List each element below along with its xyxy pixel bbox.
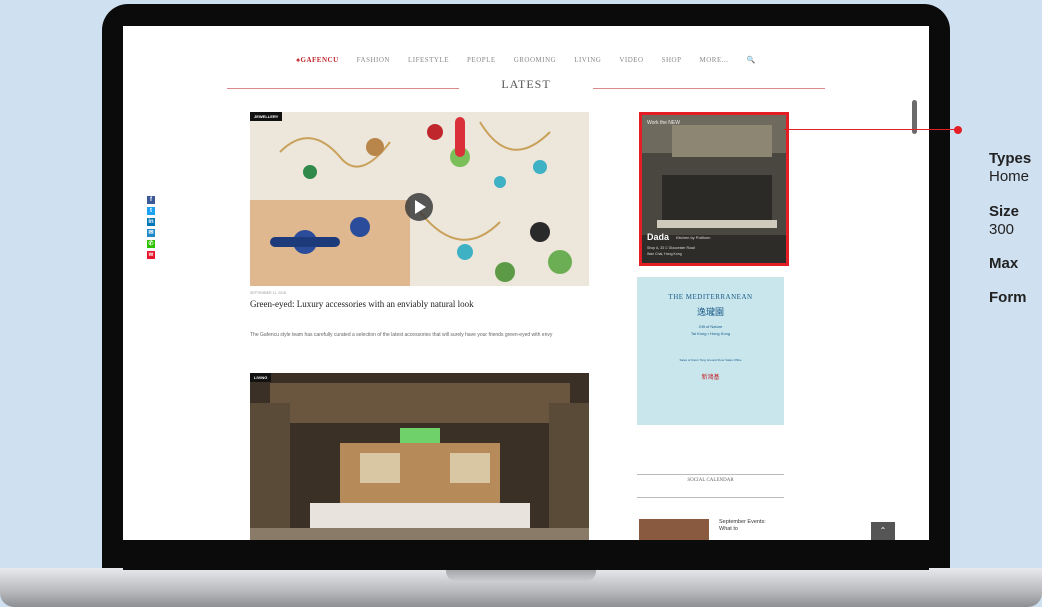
callout-type-value: Home [989,168,1030,185]
ad-brand: Dada [647,232,670,242]
nav-item-people[interactable]: PEOPLE [467,56,496,64]
ad2-sub1: Gift of Nature [698,324,723,329]
website-screen: ♠GAFENCU FASHION LIFESTYLE PEOPLE GROOMI… [123,26,929,540]
site-logo-text: GAFENCU [300,56,339,64]
article-title[interactable]: Green-eyed: Luxury accessories with an e… [250,299,595,310]
callout-format: Form [989,289,1027,306]
ad-mediterranean[interactable]: THE MEDITERRANEAN 逸瓏園 Gift of Nature Tai… [637,277,784,425]
site-nav: ♠GAFENCU FASHION LIFESTYLE PEOPLE GROOMI… [123,53,929,67]
ad2-sub2: Tai Kong • Hong Kong [690,331,731,336]
ad2-body: Sales of Kwun Tong Ground Floor Sales Of… [679,358,742,362]
nav-item-fashion[interactable]: FASHION [357,56,390,64]
nav-item-more[interactable]: MORE... [700,56,729,64]
site-logo[interactable]: ♠GAFENCU [296,56,338,64]
callout-size-value: 300 [989,221,1015,238]
callout-type: Types [989,150,1032,167]
facebook-icon[interactable]: f [147,196,155,204]
email-icon[interactable]: ✉ [147,229,155,237]
social-item-title[interactable]: September Events: What to [719,519,769,533]
search-icon[interactable]: 🔍 [746,56,755,64]
kitchen-illustration [250,373,589,540]
weibo-icon[interactable]: w [147,251,155,259]
nav-item-grooming[interactable]: GROOMING [514,56,557,64]
ad-dada-kitchen[interactable]: Work the NEW Dada Kitchen by Poliform Sh… [639,112,789,266]
nav-item-shop[interactable]: SHOP [662,56,682,64]
back-to-top-button[interactable]: ⌃ [871,522,895,540]
article-date: SEPTEMBER 11, 2018 [250,291,286,295]
ad2-title: THE MEDITERRANEAN [668,293,753,301]
section-title: LATEST [501,77,551,91]
wechat-icon[interactable]: ✆ [147,240,155,248]
social-rule-top [637,474,784,475]
article-tag[interactable]: LIVING [250,373,272,382]
ad-line1: Shop A, 33 C Gloucester Road [647,246,695,250]
ad-headline: Work the NEW [647,120,680,126]
article-image-living[interactable]: LIVING [250,373,589,540]
article-excerpt: The Gafencu style team has carefully cur… [250,332,553,338]
laptop-chin [123,540,929,570]
nav-item-video[interactable]: VIDEO [619,56,643,64]
callout-size: Size [989,203,1020,220]
callout-dot [954,126,962,134]
article-image-jewellery[interactable]: JEWELLERY [250,112,589,286]
title-rule-right [593,88,825,89]
chevron-up-icon: ⌃ [879,526,887,535]
jewellery-illustration [250,112,589,286]
ad-tagline: Kitchen by Poliform [676,235,711,240]
nav-item-living[interactable]: LIVING [574,56,601,64]
linkedin-icon[interactable]: in [147,218,155,226]
ad2-chinese: 逸瓏園 [696,307,724,317]
ad2-logo: 新鴻基 [701,375,720,381]
title-rule-left [227,88,459,89]
social-thumbnail[interactable] [639,519,709,540]
social-rule-bottom [637,497,784,498]
social-calendar-heading: SOCIAL CALENDAR [687,478,734,483]
callout-max: Max [989,255,1019,272]
article-tag[interactable]: JEWELLERY [250,112,283,121]
twitter-icon[interactable]: t [147,207,155,215]
ad-line2: Wan Chai, Hong Kong [647,252,682,256]
callout-line [784,129,958,130]
nav-item-lifestyle[interactable]: LIFESTYLE [408,56,449,64]
